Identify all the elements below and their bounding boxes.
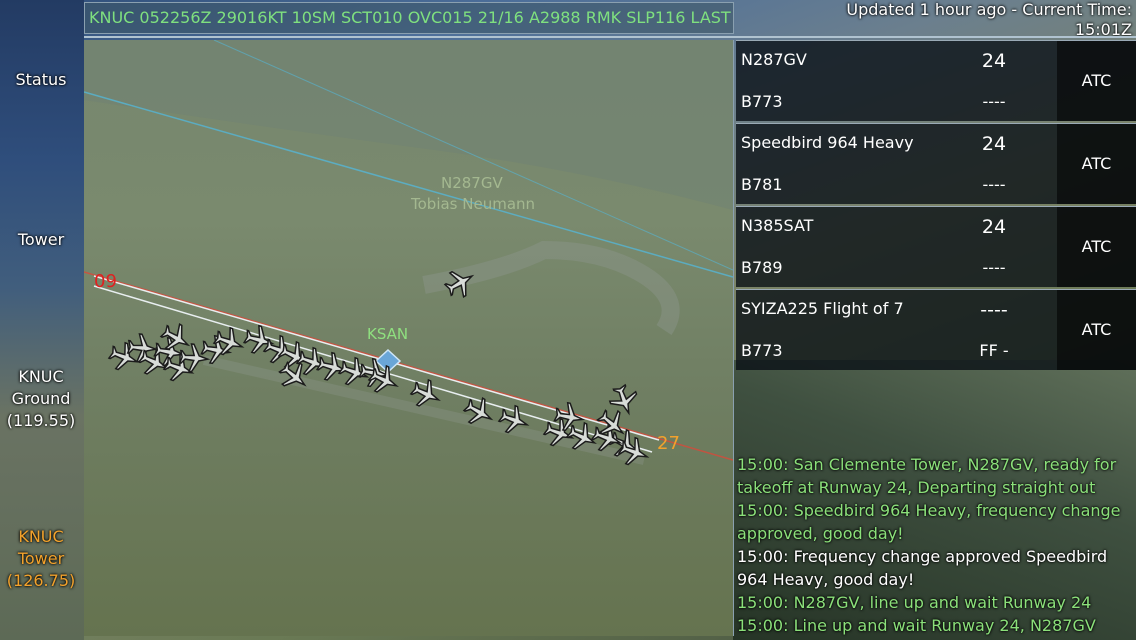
strip-squawk: ----	[982, 258, 1006, 277]
log-message: 15:00: N287GV, line up and wait Runway 2…	[737, 593, 1092, 612]
strip-runway: 24	[981, 50, 1007, 72]
menu-status[interactable]: Status	[0, 69, 82, 91]
metar-bar: KNUC 052256Z 29016KT 10SM SCT010 OVC015 …	[84, 2, 734, 34]
update-status: Updated 1 hour ago - Current Time: 15:01…	[846, 0, 1132, 39]
strip-runway: ----	[980, 299, 1008, 321]
strip-atc-button[interactable]: ATC	[1057, 290, 1136, 370]
strip-aircraft-type: B781	[741, 175, 783, 194]
strip-callsign: N385SAT	[741, 216, 814, 235]
strip-squawk: ----	[982, 175, 1006, 194]
divider	[84, 36, 1136, 38]
flight-strip[interactable]: Speedbird 964 Heavy 24 B781 ---- ATC	[736, 123, 1136, 204]
log-message: 15:00: San Clemente Tower, N287GV, ready…	[737, 455, 1117, 497]
log-message: 15:00: Speedbird 964 Heavy, frequency ch…	[737, 501, 1121, 543]
log-message: 15:00: Line up and wait Runway 24, N287G…	[737, 616, 1096, 635]
aircraft-icon[interactable]	[606, 382, 641, 417]
strip-runway: 24	[981, 133, 1007, 155]
strip-aircraft-type: B773	[741, 92, 783, 111]
strip-atc-button[interactable]: ATC	[1057, 207, 1136, 287]
aircraft-pilot-label: Tobias Neumann	[411, 195, 536, 213]
strip-atc-button[interactable]: ATC	[1057, 124, 1136, 204]
strip-squawk: ----	[982, 92, 1006, 111]
flight-strips: N287GV 24 B773 ---- ATC Speedbird 964 He…	[736, 40, 1136, 372]
flight-strip[interactable]: N385SAT 24 B789 ---- ATC	[736, 206, 1136, 287]
strip-callsign: Speedbird 964 Heavy	[741, 133, 914, 152]
strip-aircraft-type: B789	[741, 258, 783, 277]
menu-knuc-tower[interactable]: KNUC Tower (126.75)	[0, 526, 82, 592]
runway-27-label: 27	[657, 433, 680, 454]
strip-aircraft-type: B773	[741, 341, 783, 360]
airport-label: KSAN	[367, 325, 409, 343]
log-message: 15:00: Frequency change approved Speedbi…	[737, 547, 1108, 589]
strip-runway: 24	[981, 216, 1007, 238]
strip-squawk: FF -	[979, 341, 1009, 360]
runway-09-label: 09	[94, 271, 117, 292]
flight-strip[interactable]: N287GV 24 B773 ---- ATC	[736, 40, 1136, 121]
radio-log: 15:00: San Clemente Tower, N287GV, ready…	[737, 453, 1132, 637]
aircraft-icon[interactable]	[242, 323, 276, 357]
flight-strip[interactable]: SYIZA225 Flight of 7 ---- B773 FF - ATC	[736, 289, 1136, 370]
aircraft-icon[interactable]	[106, 339, 141, 374]
strip-callsign: SYIZA225 Flight of 7	[741, 299, 904, 318]
strip-callsign: N287GV	[741, 50, 807, 69]
map-graphics	[84, 40, 733, 466]
aircraft-callsign-label: N287GV	[441, 174, 503, 192]
menu-knuc-ground[interactable]: KNUC Ground (119.55)	[0, 366, 82, 432]
strip-atc-button[interactable]: ATC	[1057, 41, 1136, 121]
airport-map[interactable]: N287GV Tobias Neumann KSAN 09 27	[84, 40, 734, 636]
menu-tower[interactable]: Tower	[0, 229, 82, 251]
